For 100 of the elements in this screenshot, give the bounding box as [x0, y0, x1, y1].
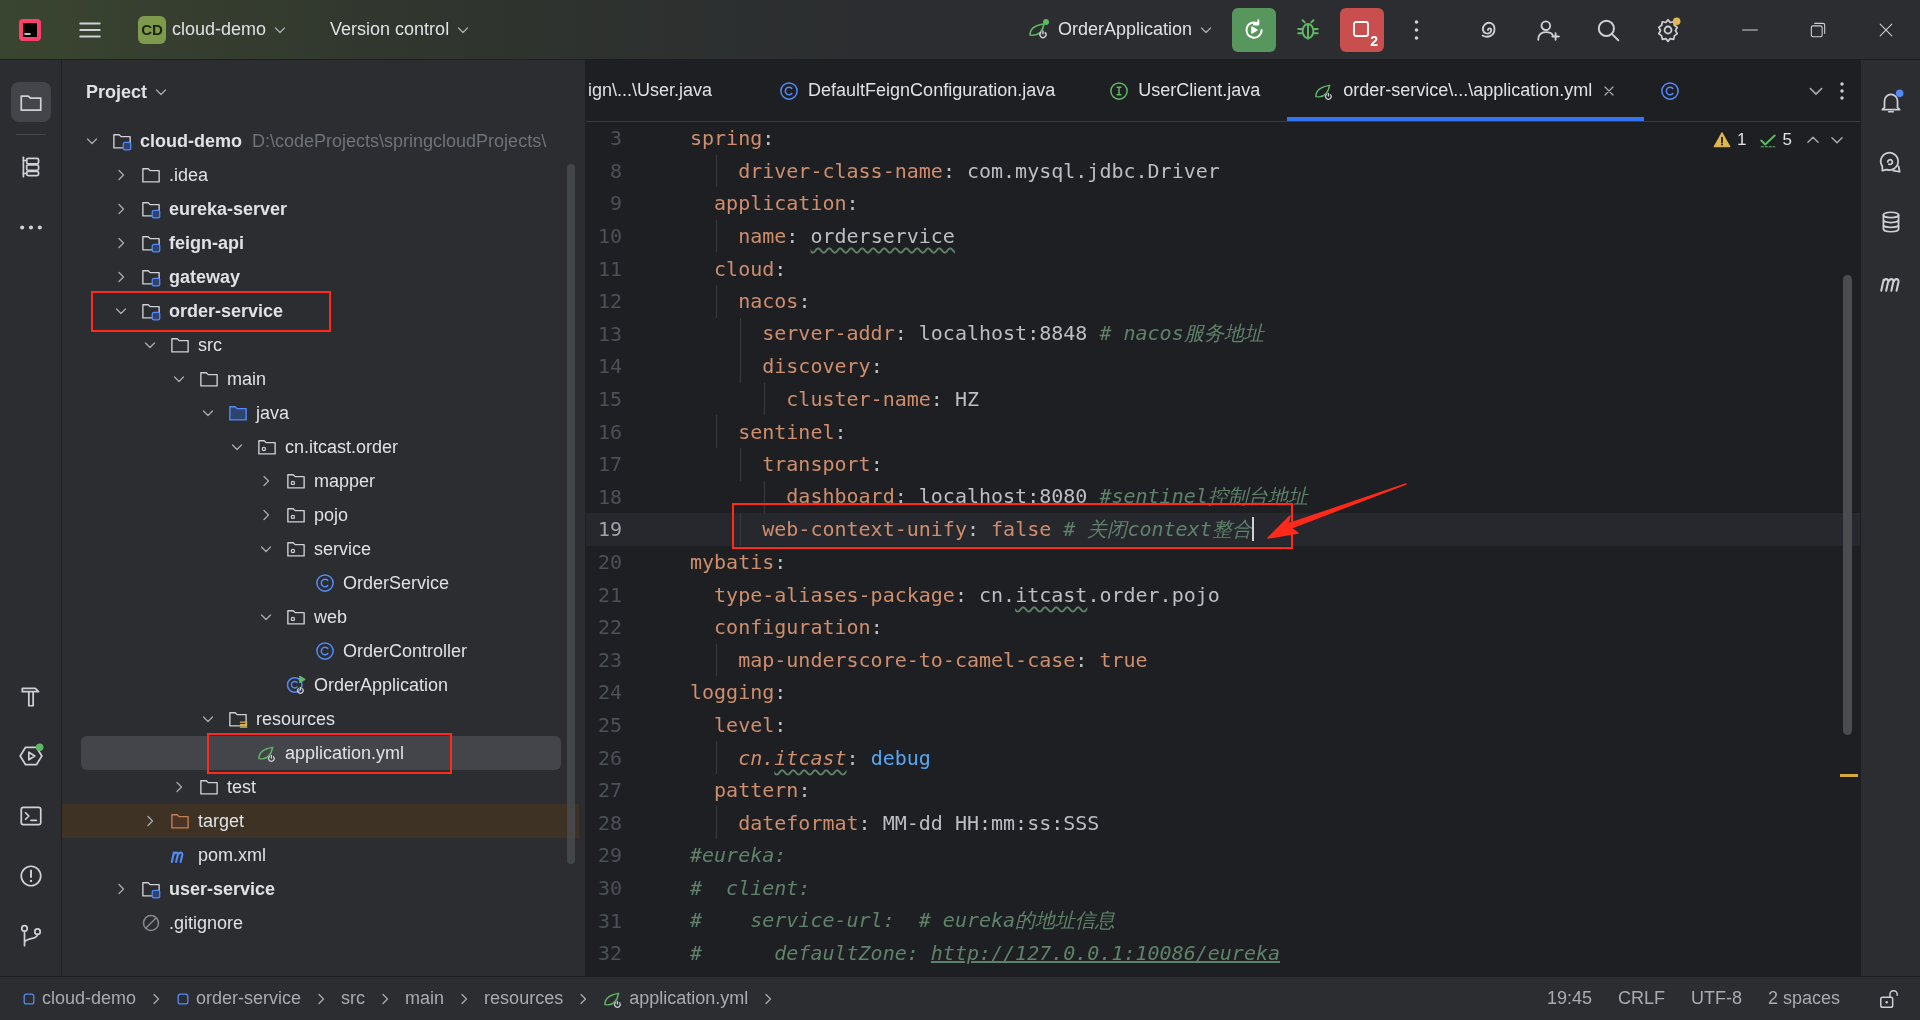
- warning-marker[interactable]: [1840, 774, 1858, 777]
- more-icon: [18, 223, 43, 231]
- tree-item[interactable]: feign-api: [81, 226, 561, 260]
- text-cursor: [1251, 517, 1254, 542]
- code-line: cluster-name: HZ: [785, 387, 979, 412]
- run-config-selector[interactable]: OrderApplication: [1017, 11, 1224, 48]
- code-line: transport:: [761, 452, 883, 477]
- tree-item[interactable]: service: [81, 532, 561, 566]
- module-icon: [176, 991, 191, 1006]
- tree-item[interactable]: cloud-demo D:\codeProjects\springcloudProjects\: [81, 124, 561, 158]
- editor-tab[interactable]: ign\...\User.java: [586, 60, 753, 121]
- code-line: application:: [713, 191, 859, 216]
- class-icon: [779, 80, 800, 101]
- panel-title[interactable]: Project: [80, 77, 176, 107]
- code-line: mybatis:: [690, 550, 787, 574]
- problems-icon: [17, 863, 44, 889]
- passed-count: 5: [1782, 130, 1792, 150]
- tree-item[interactable]: user-service: [81, 872, 561, 906]
- code-line: map-underscore-to-camel-case: true: [737, 647, 1148, 672]
- interface-icon: [1109, 80, 1130, 101]
- tree-item[interactable]: eureka-server: [81, 192, 561, 226]
- tree-item[interactable]: cn.itcast.order: [81, 430, 561, 464]
- tree-item[interactable]: mapper: [81, 464, 561, 498]
- tree-item[interactable]: test: [81, 770, 561, 804]
- rerun-button[interactable]: [1232, 7, 1276, 52]
- settings-icon[interactable]: [1655, 16, 1681, 43]
- tree-item[interactable]: java: [81, 396, 561, 430]
- minimize-icon: [1742, 28, 1758, 31]
- tree-item[interactable]: resources: [81, 702, 561, 736]
- module-folder-icon: [112, 131, 132, 151]
- check-icon: [1758, 131, 1777, 149]
- tree-item[interactable]: OrderService: [81, 566, 561, 600]
- breadcrumb[interactable]: order-service: [172, 985, 306, 1012]
- tree-item[interactable]: order-service: [81, 294, 561, 328]
- editor-tab[interactable]: order-service\...\application.yml: [1287, 60, 1645, 121]
- folder-icon: [199, 369, 219, 389]
- module-folder-icon: [141, 199, 161, 219]
- tab-options-button[interactable]: [1840, 81, 1844, 100]
- services-icon: [17, 743, 44, 769]
- class-icon: [315, 573, 335, 593]
- status-item[interactable]: 19:45: [1540, 985, 1598, 1012]
- code-line: # service-url: # eureka的地址信息: [690, 907, 1116, 935]
- tree-item[interactable]: pom.xml: [81, 838, 561, 872]
- editor-tab[interactable]: UserClient.java: [1082, 60, 1288, 121]
- status-item[interactable]: CRLF: [1611, 985, 1671, 1012]
- package-icon: [286, 539, 306, 559]
- scrollbar[interactable]: [1843, 275, 1852, 735]
- code-line: cn.itcast: debug: [737, 745, 931, 770]
- module-folder-icon: [141, 233, 161, 253]
- tree-item[interactable]: OrderController: [81, 634, 561, 668]
- code-line: configuration:: [713, 615, 883, 640]
- module-folder-icon: [141, 301, 161, 321]
- breadcrumb[interactable]: resources: [480, 985, 568, 1012]
- tree-item[interactable]: pojo: [81, 498, 561, 532]
- code-line: driver-class-name: com.mysql.jdbc.Driver: [737, 158, 1220, 183]
- vcs-menu[interactable]: Version control: [320, 13, 482, 46]
- warning-icon: [1713, 131, 1732, 149]
- code-line: # client:: [690, 875, 811, 900]
- code-line: server-addr: localhost:8848 # nacos服务地址: [761, 320, 1264, 348]
- tree-item[interactable]: .idea: [81, 158, 561, 192]
- code-line: pattern:: [713, 778, 811, 803]
- scrollbar[interactable]: [567, 164, 575, 864]
- tree-item[interactable]: OrderApplication: [81, 668, 561, 702]
- folder-icon: [228, 403, 248, 423]
- status-item[interactable]: 2 spaces: [1761, 985, 1846, 1012]
- terminal-icon: [17, 803, 44, 829]
- inspection-widget[interactable]: 1 5: [1713, 130, 1846, 150]
- module-folder-icon: [141, 879, 161, 899]
- package-icon: [286, 505, 306, 525]
- link[interactable]: http://127.0.0.1:10086/eureka: [930, 941, 1281, 966]
- package-icon: [286, 471, 306, 491]
- tree-item[interactable]: target: [62, 804, 579, 838]
- project-selector[interactable]: CD cloud-demo: [128, 9, 299, 50]
- tree-item[interactable]: gateway: [81, 260, 561, 294]
- code-line: spring:: [690, 126, 775, 151]
- stop-button[interactable]: 2: [1340, 7, 1384, 52]
- code-line: #eureka:: [690, 843, 787, 868]
- tool-window-button[interactable]: [10, 82, 51, 122]
- tree-item[interactable]: src: [81, 328, 561, 362]
- class-icon: [315, 641, 335, 661]
- app-logo-icon: [18, 17, 42, 42]
- code-line: name: orderservice: [737, 224, 955, 249]
- spring-app-icon: [286, 675, 306, 695]
- code-line: logging:: [690, 680, 787, 705]
- module-folder-icon: [141, 267, 161, 287]
- breadcrumb[interactable]: src: [337, 985, 370, 1012]
- code-line: discovery:: [761, 354, 883, 379]
- tree-item[interactable]: web: [81, 600, 561, 634]
- editor-tab[interactable]: DefaultFeignConfiguration.java: [752, 60, 1083, 121]
- tree-item[interactable]: .gitignore: [81, 906, 561, 940]
- status-item[interactable]: UTF-8: [1684, 985, 1748, 1012]
- code-line: level:: [713, 713, 787, 737]
- breadcrumb[interactable]: cloud-demo: [18, 985, 141, 1012]
- more-vertical-icon: [1413, 19, 1419, 40]
- breadcrumb[interactable]: main: [401, 985, 449, 1012]
- project-path: D:\codeProjects\springcloudProjects\: [252, 130, 547, 152]
- breadcrumb[interactable]: application.yml: [599, 985, 753, 1012]
- more-vertical-icon: [1840, 81, 1844, 100]
- code-line: sentinel:: [737, 419, 847, 444]
- tree-item[interactable]: main: [81, 362, 561, 396]
